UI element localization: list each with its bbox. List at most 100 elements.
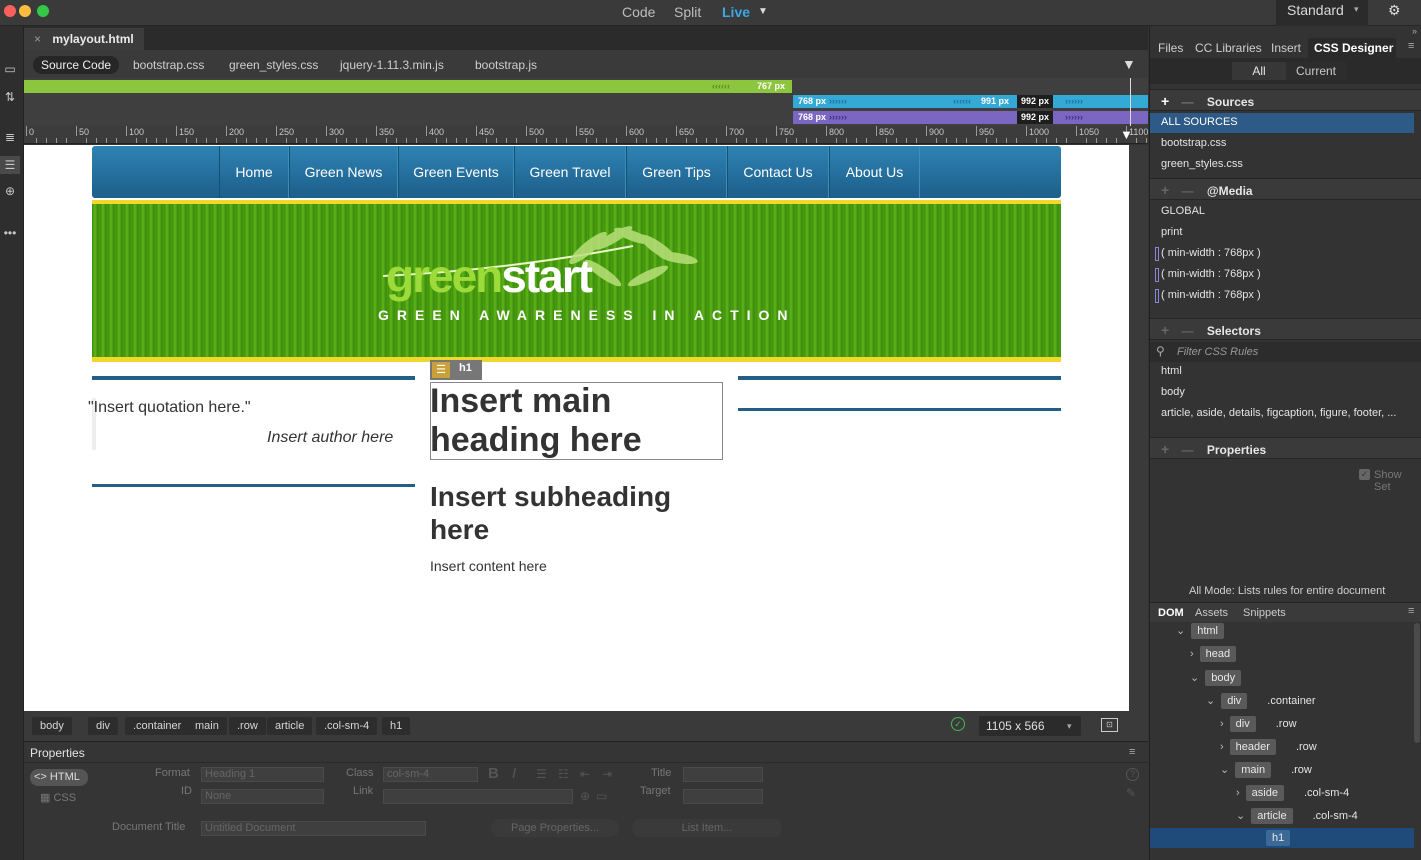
- chevron-down-icon[interactable]: ⌄: [1220, 764, 1229, 776]
- remove-source-icon[interactable]: —: [1182, 95, 1194, 109]
- remove-media-icon[interactable]: —: [1182, 184, 1194, 198]
- nav-home[interactable]: Home: [219, 146, 289, 198]
- code-view-button[interactable]: Code: [622, 4, 655, 20]
- css-properties-button[interactable]: ▦ CSS: [40, 791, 76, 804]
- mode-current-button[interactable]: Current: [1286, 62, 1346, 80]
- document-tab[interactable]: × mylayout.html: [24, 28, 144, 50]
- subheading[interactable]: Insert subheading here: [430, 480, 720, 546]
- format-select[interactable]: Heading 1: [201, 767, 324, 782]
- source-item[interactable]: ALL SOURCES: [1161, 116, 1238, 128]
- media-bar-max-767[interactable]: ‹‹‹‹‹‹ 767 px: [24, 80, 792, 93]
- nav-contact-us[interactable]: Contact Us: [727, 146, 829, 198]
- breadcrumb-container[interactable]: .container: [125, 717, 190, 735]
- chevron-right-icon[interactable]: ›: [1236, 787, 1240, 799]
- selector-item[interactable]: body: [1161, 386, 1185, 398]
- tab-cc-libraries[interactable]: CC Libraries: [1195, 41, 1262, 55]
- zoom-window-button[interactable]: [37, 5, 49, 17]
- dom-node-header[interactable]: › header .row: [1220, 739, 1317, 761]
- unordered-list-icon[interactable]: ☰: [536, 767, 547, 781]
- dom-node-html[interactable]: ⌄ html: [1176, 623, 1224, 645]
- breadcrumb-div[interactable]: div: [88, 717, 119, 735]
- ordered-list-icon[interactable]: ☷: [558, 767, 569, 781]
- chevron-down-icon[interactable]: ⌄: [1236, 810, 1245, 822]
- add-media-icon[interactable]: +: [1161, 182, 1169, 198]
- browse-folder-icon[interactable]: ▭: [596, 789, 607, 803]
- workspace-switcher[interactable]: Standard ▾: [1276, 0, 1368, 26]
- chevron-down-icon[interactable]: ⌄: [1206, 695, 1215, 707]
- filter-related-files-icon[interactable]: ▼: [1122, 56, 1136, 72]
- split-view-button[interactable]: Split: [674, 4, 701, 20]
- window-size-select[interactable]: 1105 x 566 ▾: [979, 716, 1081, 736]
- selector-item[interactable]: article, aside, details, figcaption, fig…: [1161, 407, 1396, 419]
- nav-green-tips[interactable]: Green Tips: [626, 146, 727, 198]
- content-paragraph[interactable]: Insert content here: [430, 558, 547, 574]
- tab-snippets[interactable]: Snippets: [1243, 607, 1286, 619]
- dom-node-body[interactable]: ⌄ body: [1190, 670, 1242, 692]
- target-select[interactable]: [683, 789, 763, 804]
- dom-node-div-container[interactable]: ⌄ div .container: [1206, 693, 1316, 715]
- panel-menu-icon[interactable]: ≡: [1408, 605, 1414, 617]
- point-to-file-icon[interactable]: ⊕: [580, 789, 590, 803]
- tab-insert[interactable]: Insert: [1271, 41, 1301, 55]
- html-properties-button[interactable]: <> HTML: [30, 769, 88, 786]
- element-hud[interactable]: ☰ h1: [430, 360, 482, 380]
- document-title-input[interactable]: Untitled Document: [201, 821, 426, 836]
- breadcrumb-h1[interactable]: h1: [382, 717, 411, 735]
- viewport-resize-handle-icon[interactable]: ▼: [1120, 127, 1133, 142]
- breadcrumb-col-sm-4[interactable]: .col-sm-4: [316, 717, 378, 735]
- list-item-button[interactable]: List Item...: [632, 819, 782, 837]
- dom-scrollbar[interactable]: [1414, 623, 1420, 743]
- media-item[interactable]: ( min-width : 768px ): [1161, 268, 1261, 280]
- nav-about-us[interactable]: About Us: [829, 146, 920, 198]
- source-item[interactable]: bootstrap.css: [1161, 137, 1226, 149]
- selector-item[interactable]: html: [1161, 365, 1182, 377]
- outdent-icon[interactable]: ⇤: [580, 767, 590, 781]
- class-select[interactable]: col-sm-4: [383, 767, 478, 782]
- id-select[interactable]: None: [201, 789, 324, 804]
- media-bar-768-991[interactable]: 768 px ›››››› ‹‹‹‹‹‹ 991 px 992 px ›››››…: [793, 95, 1148, 108]
- source-item[interactable]: green_styles.css: [1161, 158, 1243, 170]
- related-file-bootstrap-css[interactable]: bootstrap.css: [125, 56, 212, 74]
- target-icon[interactable]: ⊕: [0, 182, 20, 200]
- nav-green-events[interactable]: Green Events: [398, 146, 514, 198]
- dom-node-h1[interactable]: h1: [1266, 830, 1291, 852]
- dom-node-aside[interactable]: › aside .col-sm-4: [1236, 785, 1349, 807]
- media-bar-min-768[interactable]: 768 px ›››››› 992 px ››››››: [793, 111, 1148, 124]
- chevron-down-icon[interactable]: ⌄: [1190, 672, 1199, 684]
- page-properties-button[interactable]: Page Properties...: [491, 819, 619, 837]
- tab-css-designer[interactable]: CSS Designer: [1308, 38, 1396, 58]
- help-icon[interactable]: ?: [1126, 768, 1139, 781]
- dom-node-article[interactable]: ⌄ article .col-sm-4: [1236, 808, 1358, 830]
- sync-settings-gear-icon[interactable]: ⚙: [1388, 2, 1401, 19]
- main-heading[interactable]: Insert main heading here: [430, 382, 720, 460]
- add-property-icon[interactable]: +: [1161, 441, 1169, 457]
- dom-node-div-row[interactable]: › div .row: [1220, 716, 1297, 738]
- live-code-icon[interactable]: ≣: [0, 128, 20, 146]
- open-document-icon[interactable]: ▭: [0, 60, 20, 78]
- show-set-checkbox[interactable]: ✓: [1359, 469, 1370, 480]
- more-tools-icon[interactable]: •••: [0, 224, 20, 242]
- minimize-window-button[interactable]: [19, 5, 31, 17]
- inspect-icon[interactable]: ☰: [0, 156, 20, 174]
- author-text[interactable]: Insert author here: [267, 429, 393, 447]
- chevron-down-icon[interactable]: ⌄: [1176, 625, 1185, 637]
- bold-icon[interactable]: B: [488, 765, 499, 782]
- related-file-jquery[interactable]: jquery-1.11.3.min.js: [332, 56, 452, 74]
- italic-icon[interactable]: I: [512, 765, 516, 782]
- collapse-panel-icon[interactable]: »: [1412, 26, 1417, 36]
- live-dropdown-chevron-icon[interactable]: ▼: [758, 6, 768, 17]
- panel-menu-icon[interactable]: ≡: [1129, 746, 1135, 758]
- file-management-icon[interactable]: ⇅: [0, 88, 20, 106]
- tab-dom[interactable]: DOM: [1158, 607, 1184, 619]
- filter-css-rules[interactable]: ⚲ Filter CSS Rules: [1150, 342, 1421, 362]
- remove-selector-icon[interactable]: —: [1182, 324, 1194, 338]
- add-source-icon[interactable]: +: [1161, 93, 1169, 109]
- close-window-button[interactable]: [4, 5, 16, 17]
- mode-all-button[interactable]: All: [1232, 62, 1286, 80]
- dom-node-main[interactable]: ⌄ main .row: [1220, 762, 1312, 784]
- quotation-text[interactable]: "Insert quotation here.": [88, 399, 251, 417]
- media-item[interactable]: ( min-width : 768px ): [1161, 247, 1261, 259]
- preview-in-browser-icon[interactable]: ⊡: [1101, 718, 1118, 732]
- nav-green-travel[interactable]: Green Travel: [514, 146, 626, 198]
- quick-tag-editor-icon[interactable]: ✎: [1126, 786, 1136, 800]
